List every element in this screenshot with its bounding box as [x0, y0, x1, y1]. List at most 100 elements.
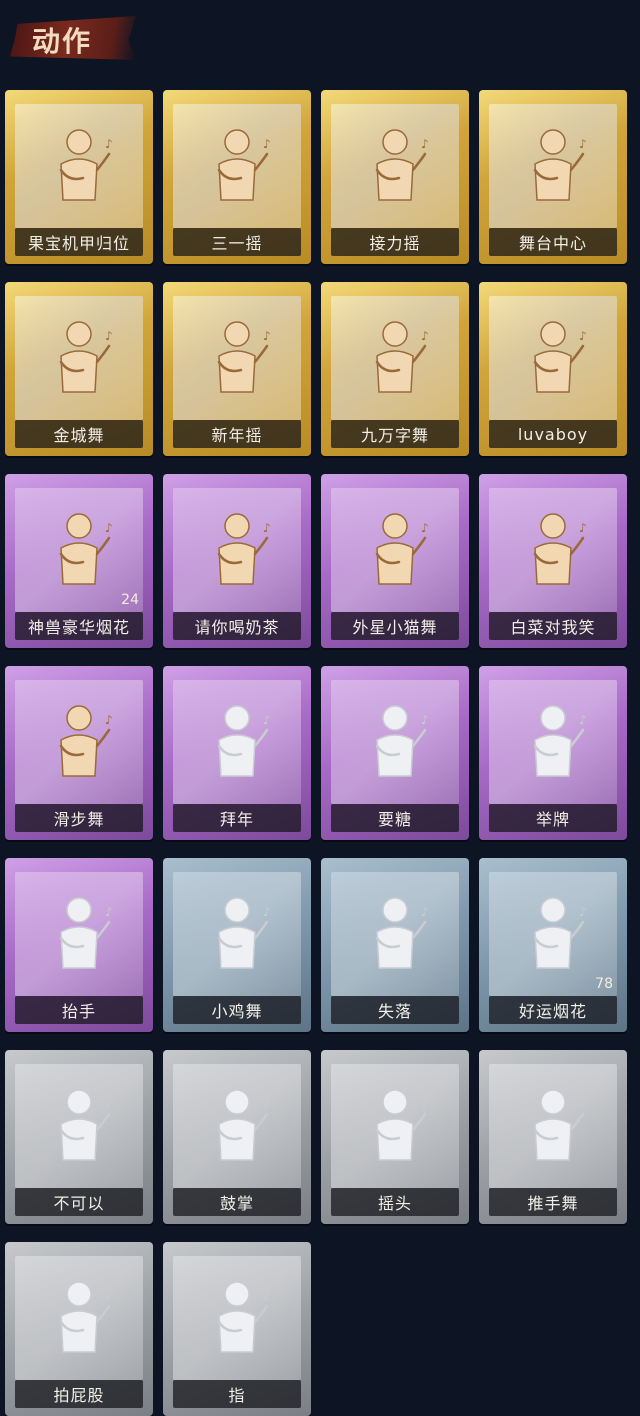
svg-text:♪: ♪ — [579, 713, 587, 727]
section-title: 动作 — [32, 25, 93, 58]
dancer-icon: ♪ — [375, 321, 429, 393]
action-figure: ♪ — [197, 1080, 277, 1176]
action-card[interactable]: ♪ 外星小猫舞 — [321, 474, 469, 648]
svg-text:♪: ♪ — [579, 329, 587, 343]
svg-text:♪: ♪ — [421, 905, 429, 919]
card-label-bar: 金城舞 — [15, 420, 143, 448]
svg-text:♪: ♪ — [105, 521, 113, 535]
action-card[interactable]: ♪ 24 神兽豪华烟花 — [5, 474, 153, 648]
item-count: 24 — [121, 592, 139, 608]
action-card[interactable]: ♪ 新年摇 — [163, 282, 311, 456]
firework-can-icon: ♪ — [533, 897, 587, 969]
action-figure: ♪ — [513, 504, 593, 600]
card-label-bar: 神兽豪华烟花 — [15, 612, 143, 640]
action-card[interactable]: ♪ 摇头 — [321, 1050, 469, 1224]
reach-icon: ♪ — [375, 705, 429, 777]
action-label: 鼓掌 — [219, 1194, 254, 1213]
card-label-bar: 果宝机甲归位 — [15, 228, 143, 256]
clap-icon: ♪ — [217, 1089, 271, 1161]
action-label: 小鸡舞 — [211, 1002, 263, 1021]
action-card[interactable]: ♪ 金城舞 — [5, 282, 153, 456]
action-figure: ♪ — [355, 1080, 435, 1176]
action-card[interactable]: ♪ 抬手 — [5, 858, 153, 1032]
action-card[interactable]: ♪ 鼓掌 — [163, 1050, 311, 1224]
action-card[interactable]: ♪ 指 — [163, 1242, 311, 1416]
action-figure: ♪ — [355, 504, 435, 600]
action-card[interactable]: ♪ luvaboy — [479, 282, 627, 456]
action-card[interactable]: ♪ 白菜对我笑 — [479, 474, 627, 648]
card-label-bar: 失落 — [331, 996, 459, 1024]
svg-text:♪: ♪ — [421, 713, 429, 727]
action-grid: ♪ 果宝机甲归位 ♪ 三一摇 ♪ 接力摇 ♪ 舞台中心 ♪ 金城舞 ♪ 新年摇 ♪ 九万字舞 ♪ luvabo… — [5, 90, 635, 1416]
bow-icon: ♪ — [217, 705, 271, 777]
action-label: 要糖 — [377, 810, 412, 829]
action-label: 白菜对我笑 — [510, 618, 596, 637]
dancer-icon: ♪ — [533, 321, 587, 393]
action-figure: ♪ — [197, 504, 277, 600]
action-label: 新年摇 — [211, 426, 263, 445]
action-figure: ♪ — [197, 312, 277, 408]
action-card[interactable]: ♪ 舞台中心 — [479, 90, 627, 264]
card-label-bar: 好运烟花 — [489, 996, 617, 1024]
action-label: 滑步舞 — [53, 810, 105, 829]
action-figure: ♪ — [39, 312, 119, 408]
card-label-bar: 三一摇 — [173, 228, 301, 256]
action-card[interactable]: ♪ 拍屁股 — [5, 1242, 153, 1416]
action-card[interactable]: ♪ 九万字舞 — [321, 282, 469, 456]
finger-wag-icon: ♪ — [59, 1089, 113, 1161]
milk-tea-icon: ♪ — [217, 513, 271, 585]
section-header: 动作 — [10, 10, 136, 62]
item-count: 78 — [595, 976, 613, 992]
action-label: 举牌 — [535, 810, 570, 829]
fireworks-icon: ♪ — [59, 513, 113, 585]
action-label: 不可以 — [53, 1194, 105, 1213]
card-label-bar: 不可以 — [15, 1188, 143, 1216]
card-label-bar: 九万字舞 — [331, 420, 459, 448]
svg-text:♪: ♪ — [421, 521, 429, 535]
action-figure: ♪ — [197, 120, 277, 216]
action-card[interactable]: ♪ 78 好运烟花 — [479, 858, 627, 1032]
card-label-bar: 滑步舞 — [15, 804, 143, 832]
svg-text:♪: ♪ — [579, 521, 587, 535]
action-figure: ♪ — [513, 696, 593, 792]
action-figure: ♪ — [355, 888, 435, 984]
card-label-bar: 要糖 — [331, 804, 459, 832]
action-figure: ♪ — [355, 312, 435, 408]
action-figure: ♪ — [355, 120, 435, 216]
card-label-bar: 拜年 — [173, 804, 301, 832]
action-label: 九万字舞 — [360, 426, 429, 445]
action-card[interactable]: ♪ 小鸡舞 — [163, 858, 311, 1032]
action-card[interactable]: ♪ 要糖 — [321, 666, 469, 840]
action-figure: ♪ — [513, 888, 593, 984]
action-card[interactable]: ♪ 请你喝奶茶 — [163, 474, 311, 648]
action-card[interactable]: ♪ 拜年 — [163, 666, 311, 840]
action-card[interactable]: ♪ 推手舞 — [479, 1050, 627, 1224]
action-card[interactable]: ♪ 不可以 — [5, 1050, 153, 1224]
svg-text:♪: ♪ — [105, 713, 113, 727]
svg-text:♪: ♪ — [421, 137, 429, 151]
action-card[interactable]: ♪ 失落 — [321, 858, 469, 1032]
action-figure: ♪ — [197, 696, 277, 792]
dancer-icon: ♪ — [375, 513, 429, 585]
svg-text:♪: ♪ — [263, 1289, 271, 1303]
action-card[interactable]: ♪ 滑步舞 — [5, 666, 153, 840]
action-label: 推手舞 — [527, 1194, 579, 1213]
dancer-icon: ♪ — [533, 129, 587, 201]
action-label: 舞台中心 — [518, 234, 587, 253]
action-card[interactable]: ♪ 果宝机甲归位 — [5, 90, 153, 264]
svg-text:♪: ♪ — [263, 521, 271, 535]
svg-text:♪: ♪ — [263, 137, 271, 151]
action-card[interactable]: ♪ 接力摇 — [321, 90, 469, 264]
action-card[interactable]: ♪ 举牌 — [479, 666, 627, 840]
action-card[interactable]: ♪ 三一摇 — [163, 90, 311, 264]
dancer-icon: ♪ — [59, 705, 113, 777]
svg-text:♪: ♪ — [263, 329, 271, 343]
chicken-dance-icon: ♪ — [217, 897, 271, 969]
dancer-icon: ♪ — [59, 321, 113, 393]
action-label: 抬手 — [61, 1002, 96, 1021]
card-label-bar: 举牌 — [489, 804, 617, 832]
action-figure: ♪ — [39, 888, 119, 984]
card-label-bar: 外星小猫舞 — [331, 612, 459, 640]
action-figure: ♪ — [355, 696, 435, 792]
svg-text:♪: ♪ — [421, 1097, 429, 1111]
